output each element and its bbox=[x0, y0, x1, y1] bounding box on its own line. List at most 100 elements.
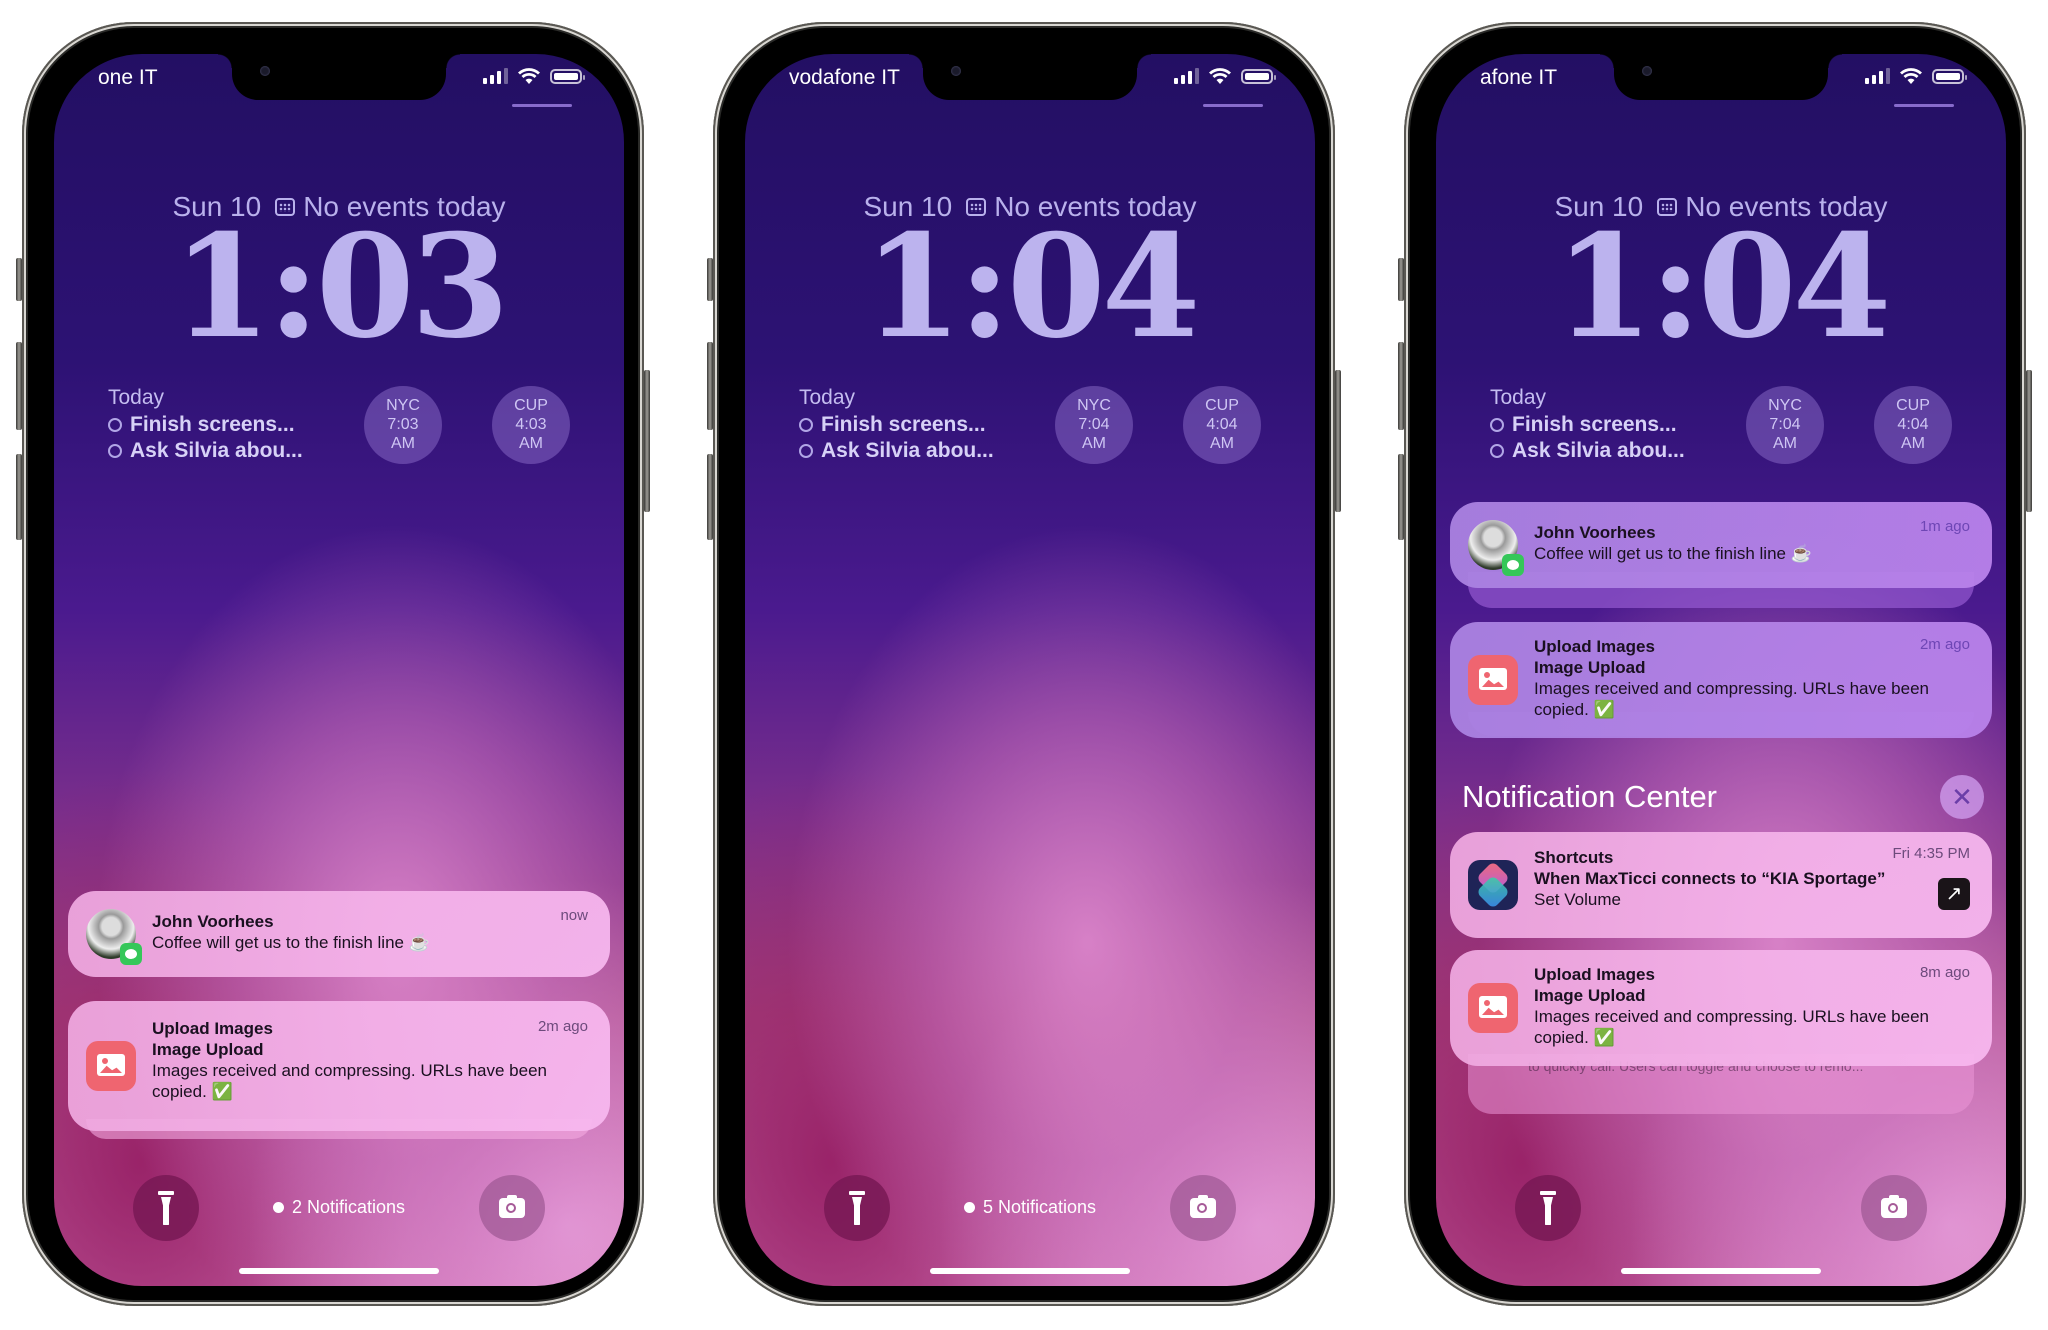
checkbox-circle-icon bbox=[799, 444, 813, 458]
notification-title: Image Upload bbox=[1534, 658, 1646, 677]
volume-up-button bbox=[1398, 342, 1404, 430]
notification-time: now bbox=[560, 907, 588, 924]
world-clock-widget-cup[interactable]: CUP 4:04 AM bbox=[1183, 386, 1261, 464]
carrier-label: afone IT bbox=[1480, 66, 1558, 89]
upload-notification[interactable]: Upload Images Image Upload Images receiv… bbox=[68, 1001, 610, 1131]
reminders-title: Today bbox=[1490, 386, 1547, 409]
phone-1: one IT Sun 10 No events today 1:03 Today… bbox=[16, 22, 650, 1306]
world-clock-widget-nyc[interactable]: NYC 7:03 AM bbox=[364, 386, 442, 464]
lock-screen: vodafone IT Sun 10 No events today 1:04 … bbox=[745, 54, 1315, 1286]
notification-time: Fri 4:35 PM bbox=[1892, 845, 1970, 862]
reminder-item: Ask Silvia abou... bbox=[1490, 438, 1685, 464]
control-center-indicator[interactable] bbox=[1203, 104, 1263, 107]
lock-clock: 1:03 bbox=[172, 204, 510, 370]
upload-notification[interactable]: Upload Images Image Upload Images receiv… bbox=[1450, 950, 1992, 1066]
world-clock-widget-cup[interactable]: CUP 4:03 AM bbox=[492, 386, 570, 464]
volume-up-button bbox=[16, 342, 22, 430]
world-clock-widget-cup[interactable]: CUP 4:04 AM bbox=[1874, 386, 1952, 464]
reminders-title: Today bbox=[108, 386, 165, 409]
arrow-up-right-icon: ↗ bbox=[1945, 883, 1963, 905]
notification-time: 1m ago bbox=[1919, 518, 1970, 535]
reminders-widget[interactable]: Today Finish screens... Ask Silvia abou.… bbox=[799, 386, 994, 464]
battery-icon bbox=[1241, 68, 1276, 84]
front-camera bbox=[260, 66, 270, 76]
bezel: afone IT Sun 10 No events today 1:04 Tod… bbox=[1410, 28, 2020, 1300]
lock-clock: 1:04 bbox=[863, 204, 1201, 370]
phone-3: afone IT Sun 10 No events today 1:04 Tod… bbox=[1398, 22, 2032, 1306]
camera-icon bbox=[499, 1195, 525, 1218]
checkbox-circle-icon bbox=[1490, 444, 1504, 458]
camera-button[interactable] bbox=[479, 1175, 545, 1241]
notification-sender: John Voorhees bbox=[1534, 523, 1656, 542]
mute-switch bbox=[707, 258, 713, 301]
messages-icon bbox=[120, 943, 142, 965]
dot-icon bbox=[272, 1202, 284, 1213]
dot-icon bbox=[963, 1202, 975, 1213]
notch bbox=[218, 54, 460, 100]
carrier-label: vodafone IT bbox=[789, 66, 900, 89]
home-indicator[interactable] bbox=[1621, 1268, 1821, 1274]
front-camera bbox=[1642, 66, 1652, 76]
lock-screen: one IT Sun 10 No events today 1:03 Today… bbox=[54, 54, 624, 1286]
control-center-indicator[interactable] bbox=[512, 104, 572, 107]
reminders-widget[interactable]: Today Finish screens... Ask Silvia abou.… bbox=[1490, 386, 1685, 464]
phone-2: vodafone IT Sun 10 No events today 1:04 … bbox=[707, 22, 1341, 1306]
cellular-signal-icon bbox=[483, 68, 508, 84]
camera-button[interactable] bbox=[1861, 1175, 1927, 1241]
volume-up-button bbox=[707, 342, 713, 430]
cellular-signal-icon bbox=[1865, 68, 1890, 84]
notification-message: Coffee will get us to the finish line ☕ bbox=[152, 933, 430, 952]
front-camera bbox=[951, 66, 961, 76]
avatar bbox=[86, 909, 142, 965]
flashlight-button[interactable] bbox=[1515, 1175, 1581, 1241]
message-notification[interactable]: John Voorhees Coffee will get us to the … bbox=[1450, 502, 1992, 588]
notification-message: Images received and compressing. URLs ha… bbox=[152, 1061, 547, 1101]
world-clock-widget-nyc[interactable]: NYC 7:04 AM bbox=[1055, 386, 1133, 464]
status-bar-icons bbox=[1174, 68, 1276, 84]
close-icon: ✕ bbox=[1951, 782, 1973, 812]
notification-app: Upload Images bbox=[152, 1019, 273, 1038]
open-shortcut-button[interactable]: ↗ bbox=[1938, 878, 1970, 910]
notification-title: When MaxTicci connects to “KIA Sportage” bbox=[1534, 869, 1886, 888]
status-bar-icons bbox=[483, 68, 585, 84]
photo-icon bbox=[86, 1041, 136, 1091]
home-indicator[interactable] bbox=[239, 1268, 439, 1274]
notification-message: Coffee will get us to the finish line ☕ bbox=[1534, 544, 1812, 563]
clear-notifications-button[interactable]: ✕ bbox=[1940, 775, 1984, 819]
notification-center-title: Notification Center bbox=[1462, 779, 1718, 814]
shortcuts-notification[interactable]: Shortcuts When MaxTicci connects to “KIA… bbox=[1450, 832, 1992, 938]
messages-icon bbox=[1502, 554, 1524, 576]
reminders-widget[interactable]: Today Finish screens... Ask Silvia abou.… bbox=[108, 386, 303, 464]
checkbox-circle-icon bbox=[108, 418, 122, 432]
reminder-item: Ask Silvia abou... bbox=[108, 438, 303, 464]
flashlight-icon bbox=[1540, 1191, 1556, 1225]
avatar bbox=[1468, 520, 1524, 576]
control-center-indicator[interactable] bbox=[1894, 104, 1954, 107]
notification-message: Images received and compressing. URLs ha… bbox=[1534, 1007, 1929, 1047]
notch bbox=[1600, 54, 1842, 100]
checkbox-circle-icon bbox=[1490, 418, 1504, 432]
notification-time: 2m ago bbox=[537, 1018, 588, 1035]
notification-app: Upload Images bbox=[1534, 637, 1655, 656]
camera-button[interactable] bbox=[1170, 1175, 1236, 1241]
notification-sender: John Voorhees bbox=[152, 912, 274, 931]
notification-message: Set Volume bbox=[1534, 890, 1621, 909]
reminder-item: Finish screens... bbox=[799, 412, 994, 438]
volume-down-button bbox=[707, 454, 713, 540]
carrier-label: one IT bbox=[98, 66, 158, 89]
checkbox-circle-icon bbox=[108, 444, 122, 458]
reminder-item: Finish screens... bbox=[1490, 412, 1685, 438]
bezel: vodafone IT Sun 10 No events today 1:04 … bbox=[719, 28, 1329, 1300]
shortcuts-icon bbox=[1468, 860, 1518, 910]
bezel: one IT Sun 10 No events today 1:03 Today… bbox=[28, 28, 638, 1300]
reminder-item: Finish screens... bbox=[108, 412, 303, 438]
power-button bbox=[1335, 370, 1341, 512]
reminder-item: Ask Silvia abou... bbox=[799, 438, 994, 464]
message-notification[interactable]: John Voorhees Coffee will get us to the … bbox=[68, 891, 610, 977]
world-clock-widget-nyc[interactable]: NYC 7:04 AM bbox=[1746, 386, 1824, 464]
notification-title: Image Upload bbox=[1534, 986, 1646, 1005]
camera-icon bbox=[1190, 1195, 1216, 1218]
battery-icon bbox=[1932, 68, 1967, 84]
home-indicator[interactable] bbox=[930, 1268, 1130, 1274]
upload-notification[interactable]: Upload Images Image Upload Images receiv… bbox=[1450, 622, 1992, 738]
